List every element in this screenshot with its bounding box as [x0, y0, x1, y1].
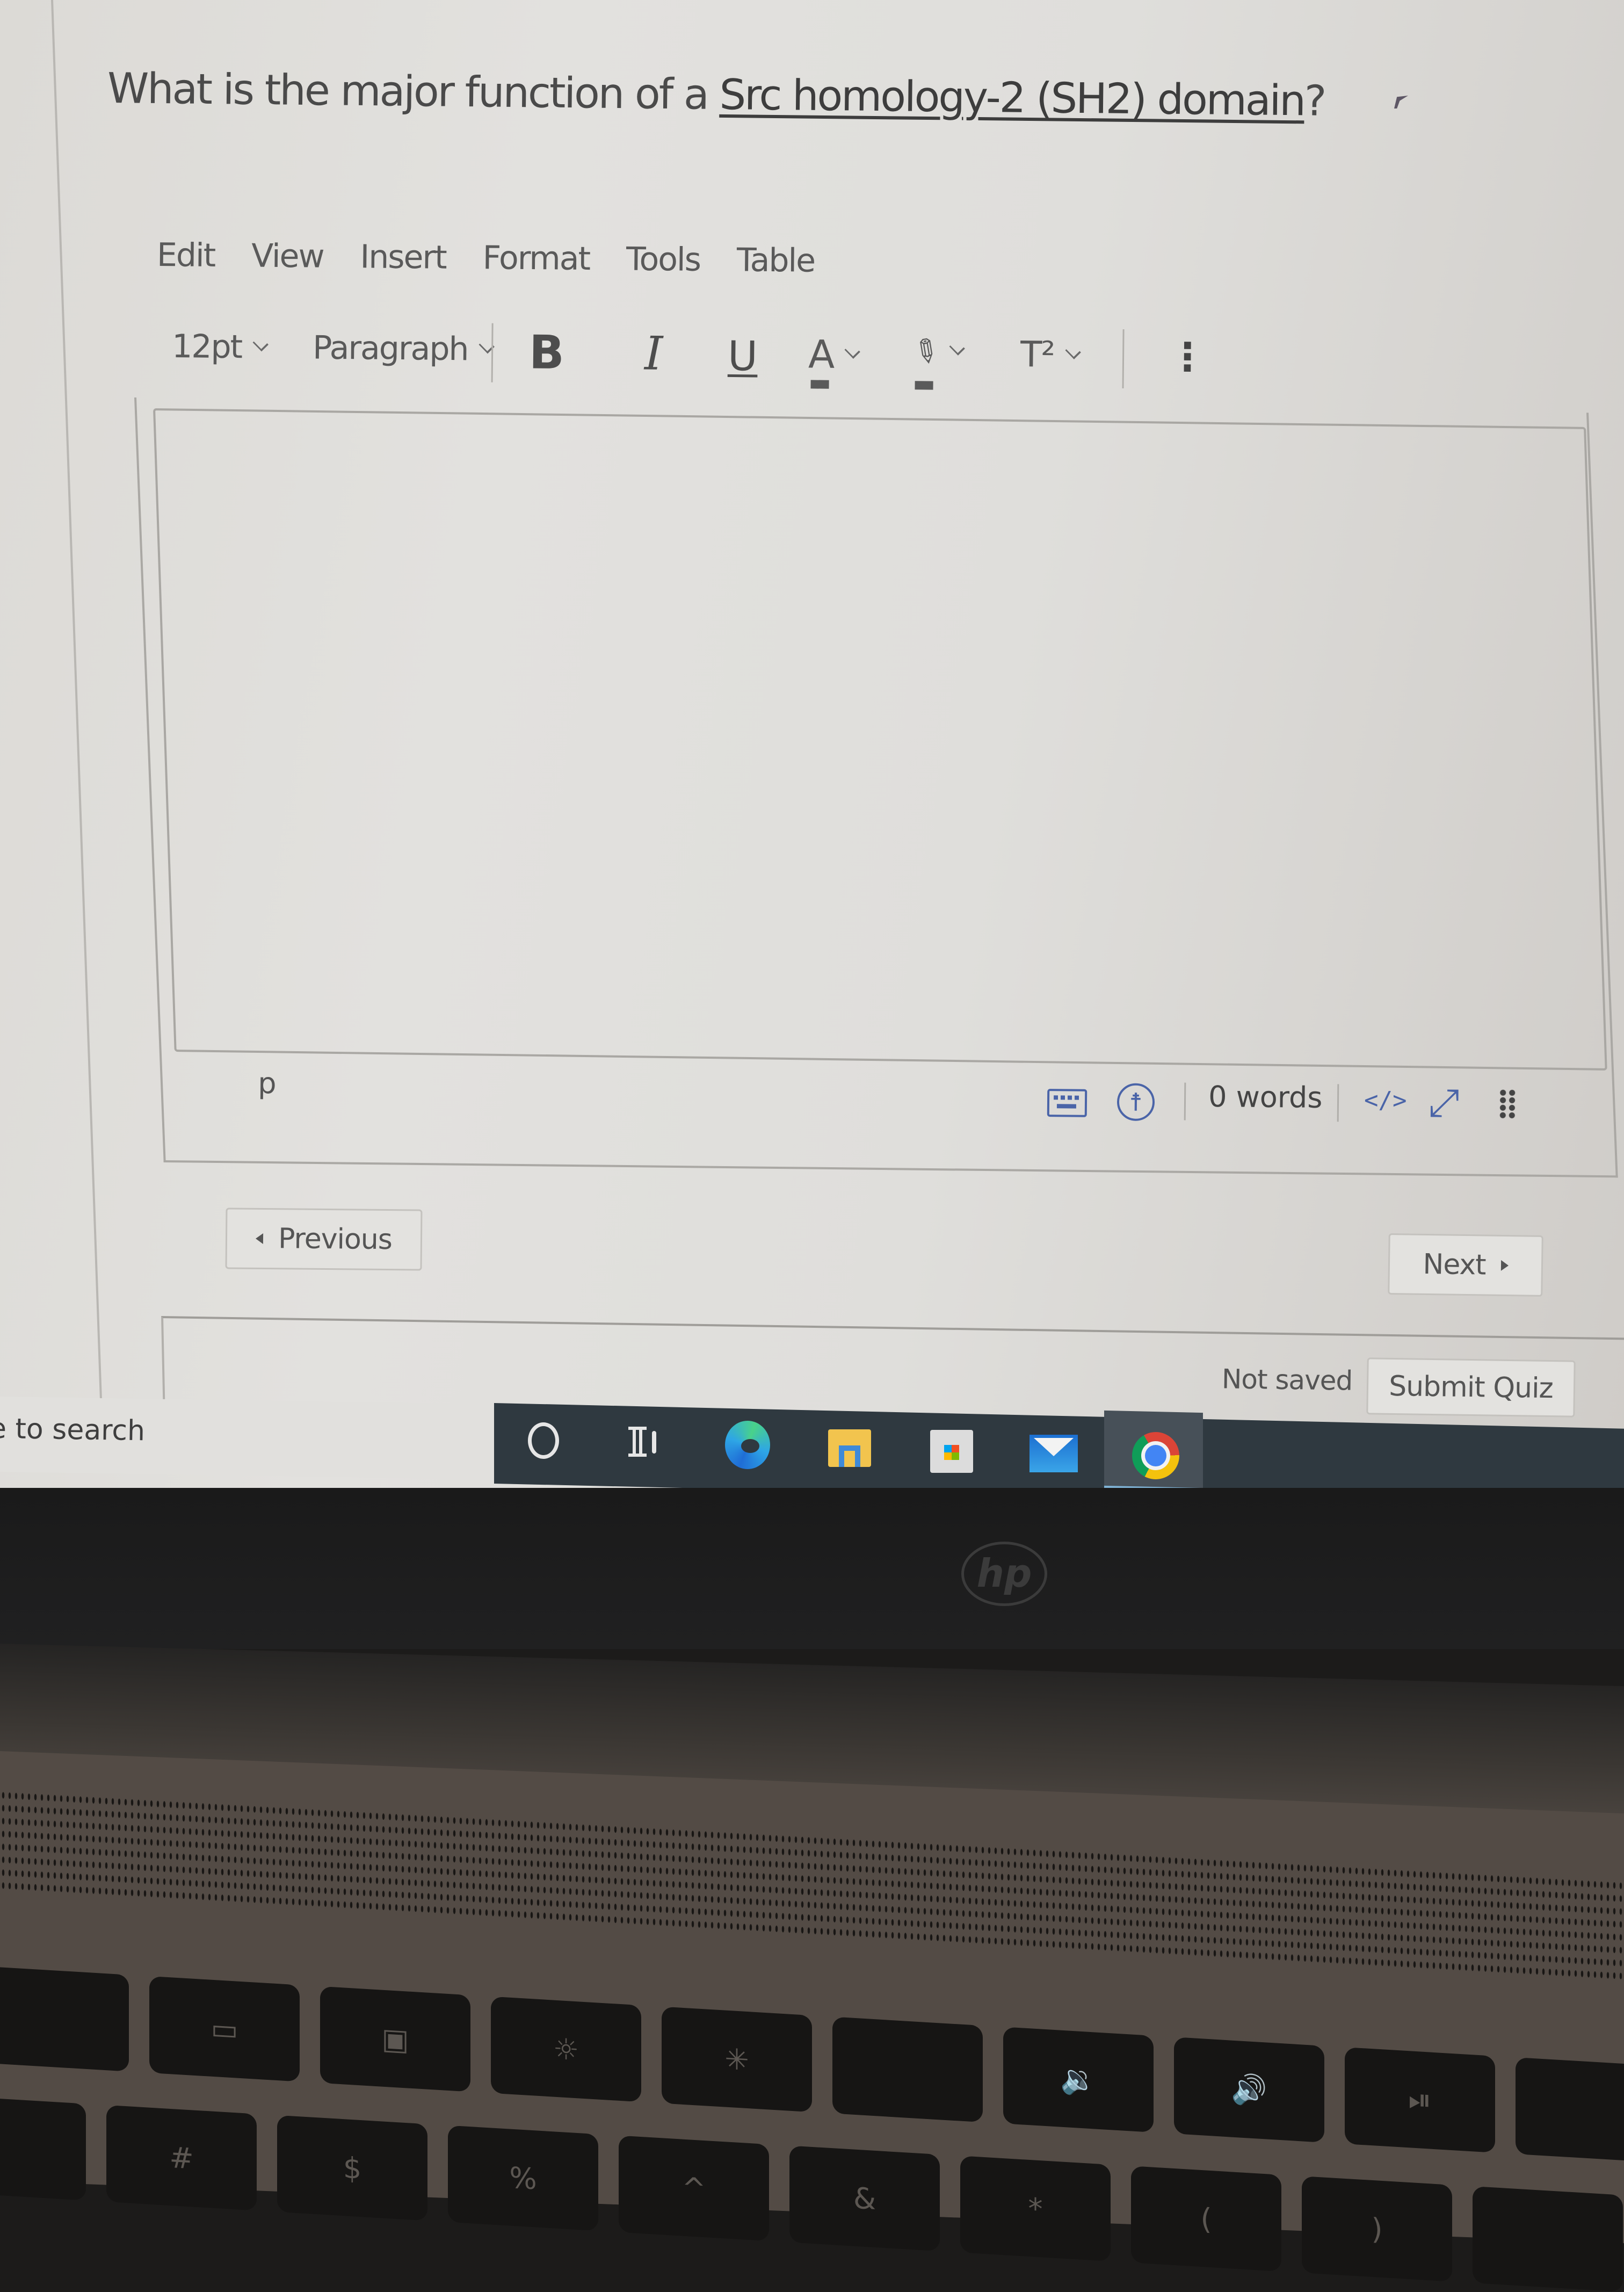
- key-f5[interactable]: ☼: [491, 1996, 641, 2102]
- next-button[interactable]: Next: [1388, 1233, 1543, 1297]
- caret-left-icon: [256, 1233, 264, 1245]
- previous-label: Previous: [278, 1223, 393, 1256]
- answer-textarea[interactable]: [153, 408, 1607, 1071]
- question-suffix: ?: [1304, 77, 1325, 126]
- hp-logo: hp: [961, 1542, 1047, 1606]
- toolbar-divider: [1122, 329, 1125, 389]
- key-0[interactable]: ): [1302, 2176, 1452, 2282]
- superscript-icon: T²: [1020, 334, 1055, 375]
- chevron-down-icon: [252, 335, 269, 352]
- accessibility-icon[interactable]: ☨: [1116, 1083, 1155, 1122]
- menu-tools[interactable]: Tools: [626, 241, 700, 279]
- bold-button[interactable]: B: [529, 326, 565, 380]
- content-border: [51, 0, 103, 1407]
- chevron-down-icon: [1065, 343, 1081, 359]
- italic-button[interactable]: I: [644, 327, 663, 380]
- resize-grip-icon[interactable]: [1498, 1089, 1517, 1119]
- next-label: Next: [1423, 1248, 1486, 1282]
- key-f11[interactable]: [1516, 2057, 1624, 2163]
- menu-format[interactable]: Format: [482, 239, 590, 278]
- underline-button[interactable]: U: [728, 332, 758, 380]
- edge-icon: [725, 1421, 770, 1469]
- status-divider: [1184, 1082, 1186, 1120]
- highlight-color-swatch: [915, 381, 933, 390]
- laptop-bezel: [0, 1488, 1624, 1649]
- key-7[interactable]: &: [789, 2145, 940, 2252]
- key-4[interactable]: $: [277, 2115, 427, 2221]
- fullscreen-expand-icon[interactable]: ⤢: [1429, 1080, 1460, 1126]
- mail-envelope-icon: [1030, 1435, 1078, 1472]
- laptop-screen: What is the major function of a Src homo…: [0, 0, 1624, 1488]
- key-f6[interactable]: ✳: [662, 2006, 812, 2113]
- cortana-icon: [528, 1422, 559, 1459]
- chevron-down-icon: [949, 339, 965, 356]
- menu-edit[interactable]: Edit: [157, 236, 215, 274]
- text-color-icon: A: [808, 331, 834, 377]
- text-color-button[interactable]: A: [808, 331, 861, 377]
- editor-menubar: Edit View Insert Format Tools Table: [157, 236, 815, 280]
- key-8[interactable]: *: [960, 2156, 1111, 2261]
- key-f9[interactable]: 🔊: [1174, 2037, 1324, 2143]
- submit-quiz-button[interactable]: Submit Quiz: [1366, 1357, 1576, 1418]
- menu-view[interactable]: View: [251, 237, 324, 276]
- folder-icon: [828, 1429, 871, 1467]
- font-size-value: 12pt: [171, 328, 242, 366]
- caret-right-icon: [1500, 1260, 1509, 1271]
- chrome-icon: [1132, 1432, 1179, 1479]
- key-5[interactable]: %: [448, 2125, 598, 2231]
- key-f3[interactable]: ▭: [149, 1976, 300, 2082]
- key[interactable]: [0, 1966, 129, 2072]
- editor-status-bar: p ☨ 0 words </> ⤢: [257, 1066, 1536, 1143]
- task-view-icon: [628, 1427, 658, 1459]
- taskbar-store[interactable]: [925, 1425, 978, 1478]
- taskbar-mail[interactable]: [1027, 1427, 1081, 1480]
- key-f4[interactable]: ▣: [320, 1986, 470, 2092]
- key-f7[interactable]: [832, 2016, 983, 2123]
- key[interactable]: [1473, 2186, 1623, 2292]
- taskbar-search-placeholder[interactable]: e to search: [0, 1413, 145, 1448]
- chevron-down-icon: [844, 343, 861, 359]
- cursor-pointer-icon: [1394, 96, 1408, 109]
- key-3[interactable]: #: [106, 2105, 257, 2211]
- taskbar-file-explorer[interactable]: [823, 1421, 876, 1475]
- taskbar-chrome[interactable]: [1129, 1429, 1183, 1483]
- save-status: Not saved: [1221, 1363, 1353, 1397]
- more-options-button[interactable]: ⋮: [1168, 334, 1206, 380]
- store-bag-icon: [930, 1430, 973, 1473]
- block-format-value: Paragraph: [312, 329, 468, 368]
- editor-toolbar: 12pt Paragraph B I U A ✎ T² ⋮: [171, 322, 1219, 402]
- key-9[interactable]: (: [1131, 2166, 1281, 2272]
- highlighter-icon: ✎: [904, 329, 947, 373]
- previous-button[interactable]: Previous: [225, 1208, 423, 1271]
- more-vertical-icon: ⋮: [1168, 334, 1206, 380]
- key[interactable]: [0, 2095, 86, 2201]
- element-path[interactable]: p: [258, 1066, 277, 1100]
- taskbar-task-view[interactable]: [617, 1416, 670, 1470]
- key-f10[interactable]: ⏯: [1345, 2047, 1495, 2153]
- taskbar-cortana[interactable]: [517, 1414, 570, 1467]
- highlight-color-button[interactable]: ✎: [905, 329, 965, 373]
- font-size-select[interactable]: 12pt: [171, 328, 269, 366]
- block-format-select[interactable]: Paragraph: [312, 329, 495, 368]
- menu-insert[interactable]: Insert: [360, 238, 446, 276]
- html-editor-icon[interactable]: </>: [1364, 1087, 1407, 1115]
- superscript-button[interactable]: T²: [1020, 334, 1081, 375]
- toolbar-divider: [491, 323, 494, 382]
- submit-quiz-label: Submit Quiz: [1388, 1370, 1554, 1405]
- menu-table[interactable]: Table: [737, 241, 815, 279]
- question-text: What is the major function of a Src homo…: [107, 64, 1325, 126]
- keyboard-icon[interactable]: [1047, 1089, 1088, 1117]
- status-divider: [1337, 1084, 1339, 1122]
- text-color-swatch: [810, 380, 829, 389]
- taskbar-edge[interactable]: [721, 1418, 774, 1472]
- word-count[interactable]: 0 words: [1208, 1080, 1323, 1115]
- question-prefix: What is the major function of a: [107, 64, 720, 119]
- key-f8[interactable]: 🔉: [1003, 2027, 1154, 2132]
- glossary-link[interactable]: Src homology-2 (SH2) domain: [719, 71, 1304, 125]
- key-6[interactable]: ^: [619, 2135, 769, 2242]
